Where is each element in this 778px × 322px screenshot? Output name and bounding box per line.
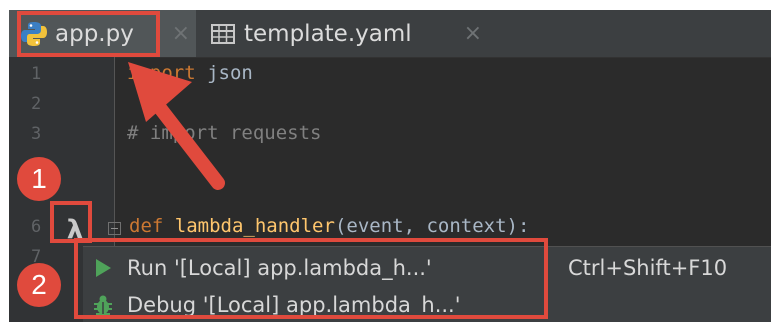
- highlight-box-tab: [17, 11, 160, 57]
- code-line-3[interactable]: # import requests: [127, 122, 321, 144]
- tab-label: template.yaml: [244, 20, 412, 47]
- close-icon[interactable]: ×: [464, 21, 482, 46]
- line-number: 2: [31, 94, 42, 114]
- line-number: 1: [31, 64, 42, 84]
- keyword-def: def: [129, 215, 164, 237]
- step-badge: 2: [17, 263, 61, 307]
- keyboard-shortcut: Ctrl+Shift+F10: [568, 256, 728, 280]
- function-name: lambda_handler: [174, 215, 335, 237]
- highlight-box-lambda: [50, 201, 92, 243]
- code-line-1[interactable]: import json: [127, 62, 253, 84]
- keyword-import: import: [127, 62, 196, 84]
- line-number: 3: [31, 124, 42, 144]
- tab-bar-empty-area: [496, 10, 771, 57]
- close-icon[interactable]: ×: [172, 21, 190, 46]
- module-name: json: [195, 62, 253, 84]
- step-badge: 1: [17, 157, 61, 201]
- function-params: (event, context):: [334, 215, 530, 237]
- line-number: 6: [31, 217, 42, 237]
- code-comment: # import requests: [127, 122, 322, 144]
- highlight-box-menu: [74, 238, 548, 319]
- table-file-icon: [211, 23, 235, 44]
- fold-icon[interactable]: [108, 222, 121, 235]
- code-line-6[interactable]: def lambda_handler(event, context):: [129, 215, 529, 237]
- tab-template-yaml[interactable]: template.yaml ×: [198, 10, 494, 57]
